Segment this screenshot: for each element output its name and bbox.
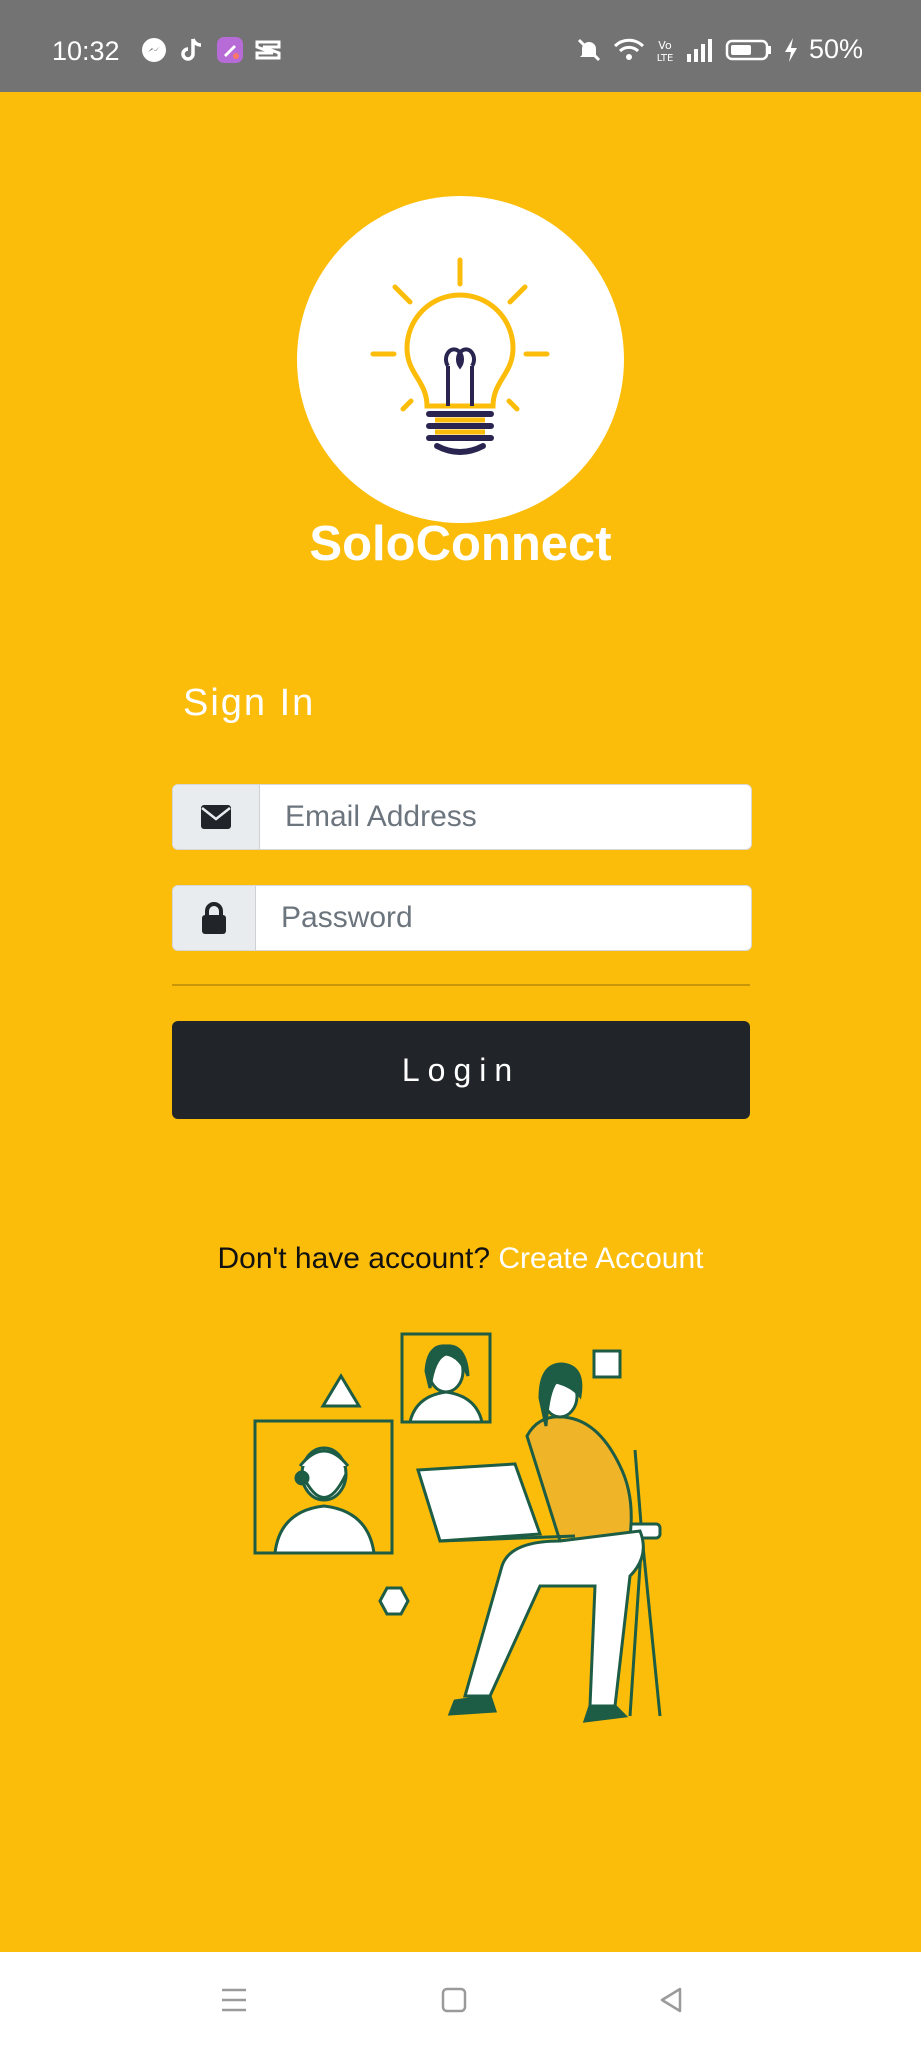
lock-icon: [173, 886, 256, 950]
menu-icon[interactable]: [214, 1980, 254, 2020]
form-divider: [172, 984, 750, 986]
app-logo: [297, 196, 624, 523]
battery-percent: 50%: [808, 34, 863, 64]
status-time: 10:32: [52, 36, 120, 66]
app-icon: [216, 36, 244, 64]
svg-text:LTE: LTE: [657, 53, 674, 64]
signin-heading: Sign In: [183, 682, 316, 724]
notification-icons: [140, 36, 282, 64]
svg-text:Vo: Vo: [658, 39, 672, 52]
tiktok-icon: [178, 36, 206, 64]
status-bar: 10:32 Vo LTE 50%: [0, 0, 921, 92]
signal-icon: [686, 38, 712, 62]
create-account-prompt: Don't have account? Create Account: [0, 1242, 921, 1276]
envelope-icon: [173, 785, 260, 849]
password-field[interactable]: [281, 886, 735, 950]
lightbulb-icon: [370, 257, 550, 455]
remote-work-illustration: [253, 1332, 662, 1723]
battery-icon: [725, 39, 771, 60]
account-question: Don't have account?: [217, 1242, 491, 1275]
system-icons: Vo LTE 50%: [575, 34, 863, 65]
charging-icon: [784, 37, 797, 62]
navigation-bar: [0, 1952, 921, 2048]
messenger-icon: [140, 36, 168, 64]
wifi-icon: [613, 38, 645, 60]
password-input-group: [172, 885, 752, 951]
email-field[interactable]: [285, 785, 735, 849]
home-icon[interactable]: [434, 1980, 474, 2020]
app-title: SoloConnect: [309, 517, 612, 571]
login-button[interactable]: Login: [172, 1021, 750, 1119]
capcut-icon: [254, 36, 282, 64]
mute-icon: [577, 38, 601, 61]
back-icon[interactable]: [652, 1980, 692, 2020]
email-input-group: [172, 784, 752, 850]
create-account-link[interactable]: Create Account: [498, 1242, 703, 1275]
volte-icon: VoLTE: [657, 39, 674, 64]
